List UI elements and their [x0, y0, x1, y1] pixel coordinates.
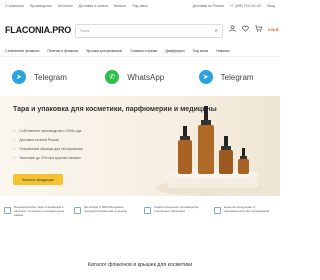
telegram-link[interactable]: ➤ Telegram [0, 62, 93, 92]
favorites-icon[interactable] [242, 25, 249, 34]
telegram-label-2: Telegram [220, 72, 254, 82]
category-pipettes[interactable]: Пипетки и флаконы [48, 49, 79, 53]
feature-item: Большой выбор тары и флаконов в наличии.… [0, 198, 70, 238]
telegram-label: Telegram [34, 72, 67, 82]
banner-bullet: ✓ Экономия до 20% при крупных заказах [13, 155, 81, 160]
price-icon [214, 207, 221, 214]
banner-bullet: ✓ Доставка по всей России [13, 137, 59, 142]
cart-icon[interactable] [255, 25, 263, 34]
cart-total[interactable]: 0.00 ₽ [268, 28, 279, 32]
features-row: Большой выбор тары и флаконов в наличии.… [0, 198, 280, 238]
top-nav: О компании Производство Контакты Доставк… [5, 4, 148, 8]
top-nav-delivery[interactable]: Доставка и оплата [78, 4, 107, 8]
top-nav-about[interactable]: О компании [5, 4, 24, 8]
site-logo[interactable]: FLACONIA.PRO [5, 25, 71, 35]
category-new[interactable]: Новинки [216, 49, 229, 53]
delivery-info: Доставка по России [192, 4, 224, 8]
feature-item: Цены на продукцию от производителя без п… [210, 198, 280, 238]
whatsapp-icon: ✆ [105, 70, 120, 84]
top-nav-custom-order[interactable]: Под заказ [132, 4, 148, 8]
category-caps[interactable]: Крышки для флаконов [86, 49, 122, 53]
warehouse-icon [4, 207, 11, 214]
stock-icon [74, 207, 81, 214]
banner-bullets: ✓ Собственное производство с 2006 года ✓ Д… [13, 126, 83, 162]
telegram-icon: ➤ [198, 70, 213, 84]
search-placeholder: Поиск [80, 29, 90, 33]
login-link[interactable]: Вход [267, 4, 275, 8]
banner-bullet: ✓ Отправляем образцы для тестирования [13, 146, 83, 151]
bottles-image [155, 106, 265, 196]
messenger-links: ➤ Telegram ✆ WhatsApp ➤ Telegram [0, 62, 280, 92]
feature-item: Самостоятельное производство стеклянных … [140, 198, 210, 238]
phone-link[interactable]: +7 (495) 7XX-XX-XX [230, 4, 261, 8]
category-diffusers[interactable]: Диффузоры [165, 49, 184, 53]
whatsapp-label: WhatsApp [127, 72, 165, 82]
telegram-icon: ➤ [12, 70, 26, 84]
search-icon[interactable]: ⌕ [215, 28, 218, 35]
category-glass-bottles[interactable]: Стеклянные флаконы [5, 49, 40, 53]
banner-bullet: ✓ Собственное производство с 2006 года [13, 128, 82, 133]
top-nav-catalog[interactable]: Каталог [114, 4, 126, 8]
top-nav-production[interactable]: Производство [30, 4, 52, 8]
category-jars[interactable]: Стаканы и кремы [130, 49, 157, 53]
header: FLACONIA.PRO Поиск ⌕ 0.00 ₽ [0, 17, 280, 43]
telegram-link-2[interactable]: ➤ Telegram [187, 62, 280, 92]
top-nav-contacts[interactable]: Контакты [58, 4, 73, 8]
search-input[interactable]: Поиск ⌕ [75, 24, 223, 38]
hero-banner: Тара и упаковка для косметики, парфюмери… [0, 96, 280, 196]
catalog-heading: Каталог флаконов и крышек для косметики [87, 262, 193, 268]
whatsapp-link[interactable]: ✆ WhatsApp [93, 62, 186, 92]
user-icon[interactable] [229, 25, 236, 34]
category-nav: Стеклянные флаконы Пипетки и флаконы Кры… [0, 45, 280, 57]
feature-item: На складе 5 000 000 единиц продукции фла… [70, 198, 140, 238]
factory-icon [144, 207, 151, 214]
catalog-button[interactable]: Каталог продукции [13, 174, 63, 185]
category-custom[interactable]: Под заказ [193, 49, 209, 53]
top-bar: О компании Производство Контакты Доставк… [0, 0, 280, 12]
